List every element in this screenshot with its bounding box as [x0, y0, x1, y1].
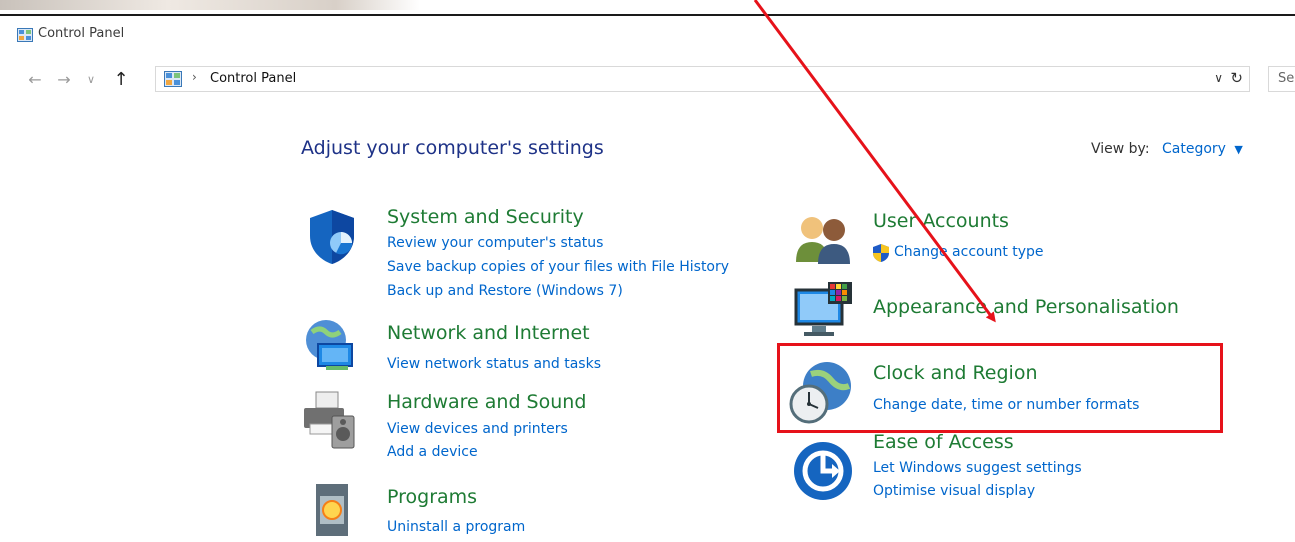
programs-icon [314, 482, 354, 542]
link-network-status[interactable]: View network status and tasks [387, 356, 601, 372]
address-bar[interactable]: › Control Panel ∨ ↻ [155, 66, 1250, 92]
network-icon [302, 318, 362, 382]
link-file-history[interactable]: Save backup copies of your files with Fi… [387, 259, 729, 275]
control-panel-icon [17, 27, 33, 46]
link-devices-printers[interactable]: View devices and printers [387, 421, 568, 437]
chevron-down-icon[interactable]: ∨ [1214, 71, 1223, 85]
navigation-bar: ← → ∨ ↑ › Control Panel ∨ ↻ Se [0, 66, 1295, 96]
breadcrumb-control-panel[interactable]: Control Panel [210, 71, 296, 86]
globe-clock-icon [787, 360, 853, 430]
category-title-programs[interactable]: Programs [387, 486, 477, 508]
search-placeholder: Se [1278, 71, 1295, 86]
breadcrumb-separator-icon: › [192, 70, 197, 84]
link-review-status[interactable]: Review your computer's status [387, 235, 603, 251]
category-title-system-security[interactable]: System and Security [387, 206, 584, 228]
view-by-control: View by: Category ▼ [1091, 141, 1243, 157]
control-panel-icon [164, 71, 182, 91]
link-backup-restore[interactable]: Back up and Restore (Windows 7) [387, 283, 623, 299]
screen-top-strip [0, 0, 1295, 16]
ease-of-access-icon [792, 440, 854, 506]
printer-speaker-icon [302, 390, 358, 454]
category-title-appearance[interactable]: Appearance and Personalisation [873, 296, 1179, 318]
recent-dropdown-icon[interactable]: ∨ [80, 69, 102, 91]
search-input[interactable]: Se [1268, 66, 1295, 92]
monitor-palette-icon [794, 282, 854, 344]
category-title-network-internet[interactable]: Network and Internet [387, 322, 590, 344]
link-add-device[interactable]: Add a device [387, 444, 478, 460]
back-arrow-icon[interactable]: ← [24, 69, 46, 91]
link-change-account-type[interactable]: Change account type [894, 244, 1044, 260]
link-optimise-display[interactable]: Optimise visual display [873, 483, 1035, 499]
view-by-label: View by: [1091, 141, 1150, 157]
up-arrow-icon[interactable]: ↑ [110, 69, 132, 91]
shield-icon [306, 208, 358, 270]
window-titlebar: Control Panel [0, 22, 1295, 50]
page-heading: Adjust your computer's settings [301, 137, 604, 159]
uac-shield-icon [872, 243, 890, 267]
category-title-user-accounts[interactable]: User Accounts [873, 210, 1009, 232]
forward-arrow-icon[interactable]: → [53, 69, 75, 91]
users-icon [792, 212, 854, 268]
category-title-ease-of-access[interactable]: Ease of Access [873, 431, 1014, 453]
dropdown-caret-icon[interactable]: ▼ [1234, 143, 1242, 156]
category-title-hardware-sound[interactable]: Hardware and Sound [387, 391, 586, 413]
link-uninstall-program[interactable]: Uninstall a program [387, 519, 525, 535]
top-image-strip [0, 0, 420, 10]
refresh-icon[interactable]: ↻ [1230, 69, 1243, 87]
category-title-clock-region[interactable]: Clock and Region [873, 362, 1038, 384]
window-title: Control Panel [38, 26, 125, 41]
link-change-formats[interactable]: Change date, time or number formats [873, 397, 1139, 413]
link-suggest-settings[interactable]: Let Windows suggest settings [873, 460, 1082, 476]
view-by-dropdown[interactable]: Category [1162, 141, 1226, 157]
